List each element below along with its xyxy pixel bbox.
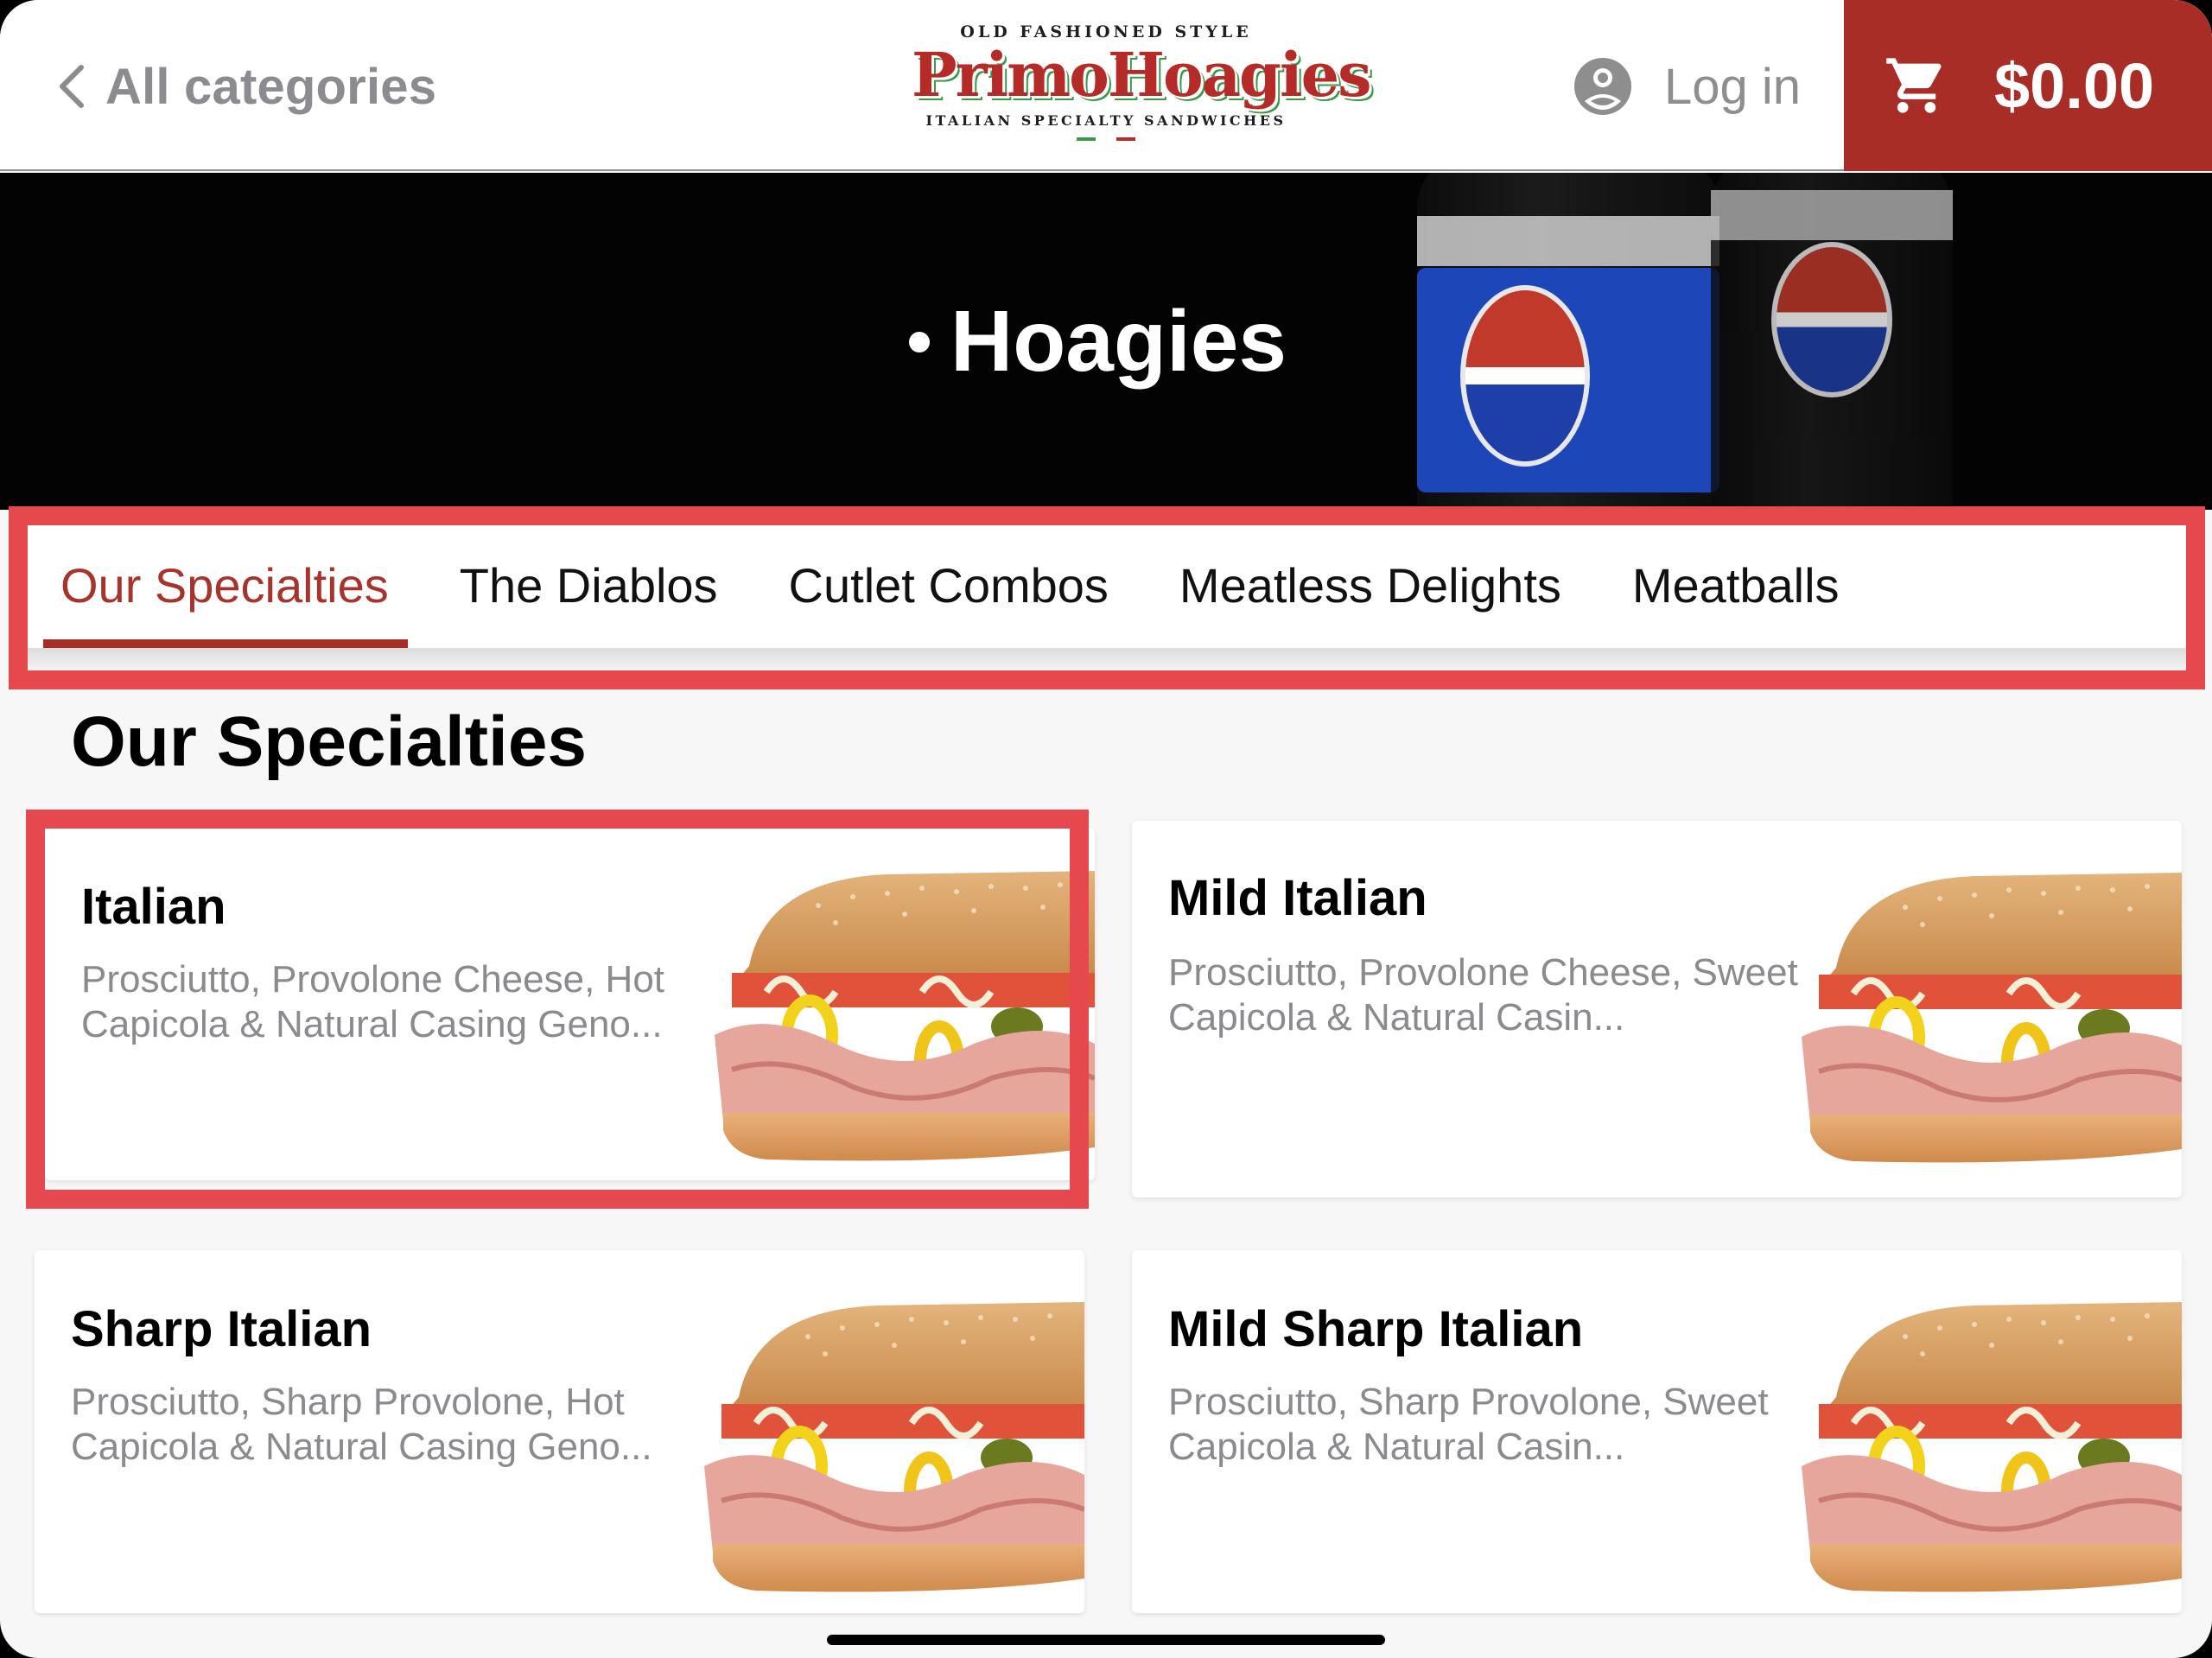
hero-bottle-image bbox=[1711, 173, 1953, 510]
menu-item-description: Prosciutto, Sharp Provolone, Sweet Capic… bbox=[1168, 1381, 1769, 1468]
tab-meatballs[interactable]: Meatballs bbox=[1632, 525, 1840, 648]
primo-hoagies-logo[interactable]: OLD FASHIONED STYLE PrimoHoagies ITALIAN… bbox=[912, 19, 1372, 157]
hoagie-image bbox=[1802, 864, 2182, 1175]
top-header: All categories OLD FASHIONED STYLE Primo… bbox=[0, 0, 2212, 171]
tab-label: Cutlet Combos bbox=[788, 557, 1109, 613]
category-title-text: Hoagies bbox=[950, 293, 1287, 390]
cart-total: $0.00 bbox=[1994, 49, 2155, 122]
tab-meatless-delights[interactable]: Meatless Delights bbox=[1179, 525, 1561, 648]
menu-item-name: Italian bbox=[81, 879, 226, 935]
app-screen: All categories OLD FASHIONED STYLE Primo… bbox=[0, 0, 2212, 1658]
menu-item-name: Sharp Italian bbox=[71, 1301, 372, 1357]
menu-item-description: Prosciutto, Provolone Cheese, Hot Capico… bbox=[81, 958, 665, 1045]
shopping-cart-icon bbox=[1886, 58, 1942, 113]
menu-item-description: Prosciutto, Provolone Cheese, Sweet Capi… bbox=[1168, 951, 1798, 1039]
section-title: Our Specialties bbox=[71, 702, 588, 781]
menu-item-name: Mild Italian bbox=[1168, 870, 1427, 926]
logo-tagline-bottom: ITALIAN SPECIALTY SANDWICHES bbox=[925, 112, 1287, 129]
cart-button[interactable]: $0.00 bbox=[1844, 0, 2212, 171]
bullet-icon bbox=[909, 331, 930, 353]
menu-item-card[interactable]: Mild Sharp Italian Prosciutto, Sharp Pro… bbox=[1132, 1250, 2182, 1613]
subcategory-tabs: Our Specialties The Diablos Cutlet Combo… bbox=[28, 525, 2186, 648]
back-label: All categories bbox=[105, 58, 437, 115]
home-indicator[interactable] bbox=[827, 1635, 1385, 1645]
account-circle-icon bbox=[1574, 58, 1631, 115]
menu-item-card[interactable]: Mild Italian Prosciutto, Provolone Chees… bbox=[1132, 821, 2182, 1197]
category-title: Hoagies bbox=[909, 292, 1287, 391]
tab-cutlet-combos[interactable]: Cutlet Combos bbox=[789, 525, 1109, 648]
all-categories-back-button[interactable]: All categories bbox=[57, 50, 436, 123]
flag-red-mark bbox=[1116, 137, 1135, 141]
tab-label: Our Specialties bbox=[60, 557, 389, 613]
hoagie-image bbox=[1802, 1293, 2182, 1604]
chevron-left-icon bbox=[60, 65, 84, 108]
tab-our-specialties[interactable]: Our Specialties bbox=[43, 525, 408, 648]
hoagie-image bbox=[704, 1293, 1084, 1604]
tab-label: Meatballs bbox=[1631, 557, 1840, 613]
category-hero-banner: Hoagies bbox=[0, 173, 2212, 510]
flag-green-mark bbox=[1077, 137, 1096, 141]
logo-flag-marks bbox=[912, 137, 1300, 141]
menu-item-card[interactable]: Italian Prosciutto, Provolone Cheese, Ho… bbox=[45, 828, 1095, 1180]
menu-item-name: Mild Sharp Italian bbox=[1168, 1301, 1584, 1357]
logo-brand: PrimoHoagies bbox=[912, 39, 1372, 111]
login-label: Log in bbox=[1664, 58, 1802, 115]
menu-item-description: Prosciutto, Sharp Provolone, Hot Capicol… bbox=[71, 1381, 652, 1468]
tab-label: Meatless Delights bbox=[1179, 557, 1561, 613]
menu-item-card[interactable]: Sharp Italian Prosciutto, Sharp Provolon… bbox=[35, 1250, 1084, 1613]
tab-the-diablos[interactable]: The Diablos bbox=[460, 525, 718, 648]
hoagie-image bbox=[715, 862, 1095, 1173]
login-button[interactable]: Log in bbox=[1573, 50, 1801, 123]
hero-bottle-image bbox=[1417, 173, 1719, 510]
tab-label: The Diablos bbox=[459, 557, 718, 613]
tabs-shadow bbox=[28, 648, 2186, 670]
